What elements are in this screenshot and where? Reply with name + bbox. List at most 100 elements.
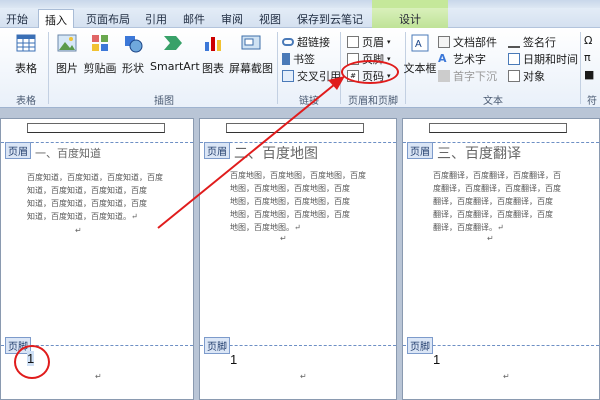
symbol-button[interactable]: π bbox=[584, 51, 591, 64]
chart-button[interactable]: 图表 bbox=[200, 32, 226, 76]
group-label-table: 表格 bbox=[16, 96, 36, 107]
signature-button[interactable]: 签名行 bbox=[508, 34, 556, 50]
page-title: 三、百度翻译 bbox=[437, 146, 521, 162]
header-tag: 页眉 bbox=[407, 142, 433, 159]
chevron-down-icon: ▾ bbox=[387, 38, 391, 46]
tab-save-cloud[interactable]: 保存到云笔记 bbox=[297, 11, 363, 27]
smartart-icon bbox=[164, 36, 182, 50]
crossref-label: 交叉引用 bbox=[297, 70, 341, 83]
paragraph-mark: ↵ bbox=[300, 372, 307, 381]
header-button[interactable]: 页眉 ▾ bbox=[347, 34, 391, 50]
group-label-text: 文本 bbox=[483, 96, 503, 107]
body-line: 知道，百度知道，百度知道。↵ bbox=[27, 212, 138, 221]
page-2[interactable]: 页眉 二、百度地图 百度地图，百度地图，百度地图，百度 地图，百度地图，百度地图… bbox=[199, 118, 397, 400]
crossref-icon bbox=[282, 70, 294, 82]
footer-tag: 页脚 bbox=[204, 337, 230, 354]
body-line: 知道，百度知道，百度知道，百度 bbox=[27, 199, 147, 208]
screenshot-button[interactable]: 屏幕截图 bbox=[228, 32, 274, 76]
wordart-button[interactable]: A 艺术字 bbox=[438, 51, 486, 67]
tab-review[interactable]: 审阅 bbox=[221, 11, 243, 27]
body-line: 地图，百度地图，百度地图，百度 bbox=[230, 197, 350, 206]
bookmark-icon bbox=[282, 53, 290, 65]
shapes-label: 形状 bbox=[122, 62, 144, 75]
header-line bbox=[226, 123, 364, 133]
page-number-highlight-circle bbox=[341, 60, 399, 84]
picture-label: 图片 bbox=[56, 62, 78, 75]
screenshot-label: 屏幕截图 bbox=[229, 62, 273, 75]
body-line: 度翻译，百度翻译，百度翻译，百度 bbox=[433, 184, 561, 193]
object-button[interactable]: 对象 bbox=[508, 68, 545, 84]
page-number[interactable]: 1 bbox=[433, 352, 440, 367]
wordart-icon: A bbox=[438, 52, 447, 65]
table-icon bbox=[16, 34, 36, 52]
equation-button[interactable]: Ω bbox=[584, 34, 592, 47]
clipart-label: 剪贴画 bbox=[83, 62, 117, 75]
tab-references[interactable]: 引用 bbox=[145, 11, 167, 27]
shapes-icon bbox=[125, 36, 143, 53]
screenshot-icon bbox=[241, 35, 261, 50]
tab-insert[interactable]: 插入 bbox=[38, 9, 74, 29]
signature-label: 签名行 bbox=[523, 36, 556, 49]
dropcap-icon bbox=[438, 70, 450, 82]
object-icon bbox=[508, 70, 520, 82]
paragraph-mark: ↵ bbox=[503, 372, 510, 381]
header-tag: 页眉 bbox=[5, 142, 31, 159]
square-icon: ■ bbox=[584, 68, 595, 81]
pi-icon: π bbox=[584, 51, 591, 64]
bookmark-button[interactable]: 书签 bbox=[282, 51, 315, 67]
body-line: 翻译，百度翻译，百度翻译，百度 bbox=[433, 210, 553, 219]
number-button[interactable]: ■ bbox=[584, 68, 594, 81]
header-line bbox=[429, 123, 567, 133]
body-line: 百度地图，百度地图，百度地图，百度 bbox=[230, 171, 366, 180]
bookmark-label: 书签 bbox=[293, 53, 315, 66]
quickparts-label: 文档部件 bbox=[453, 36, 497, 49]
table-button[interactable]: 表格 bbox=[12, 32, 40, 76]
clipart-button[interactable]: 剪贴画 bbox=[82, 32, 118, 76]
quickparts-button[interactable]: 文档部件 bbox=[438, 34, 497, 50]
group-label-header-footer: 页眉和页脚 bbox=[348, 96, 398, 107]
picture-icon bbox=[57, 34, 77, 52]
page-body: 百度翻译，百度翻译，百度翻译，百 度翻译，百度翻译，百度翻译，百度 翻译，百度翻… bbox=[433, 169, 599, 234]
body-line: 翻译，百度翻译。↵ bbox=[433, 223, 504, 232]
page-body: 百度地图，百度地图，百度地图，百度 地图，百度地图，百度地图，百度 地图，百度地… bbox=[230, 169, 394, 234]
object-label: 对象 bbox=[523, 70, 545, 83]
shapes-button[interactable]: 形状 bbox=[120, 32, 146, 76]
dropcap-button[interactable]: 首字下沉 bbox=[438, 68, 497, 84]
context-tab-header bbox=[372, 0, 448, 8]
group-separator bbox=[580, 32, 581, 104]
body-line: 翻译，百度翻译，百度翻译，百度 bbox=[433, 197, 553, 206]
picture-button[interactable]: 图片 bbox=[54, 32, 80, 76]
page-number[interactable]: 1 bbox=[230, 352, 237, 367]
textbox-button[interactable]: A 文本框 bbox=[402, 32, 438, 76]
tab-layout[interactable]: 页面布局 bbox=[86, 11, 130, 27]
ribbon: 表格 表格 图片 剪贴画 形状 SmartArt 图表 屏幕截图 插图 超链接 … bbox=[0, 28, 600, 108]
page-3[interactable]: 页眉 三、百度翻译 百度翻译，百度翻译，百度翻译，百 度翻译，百度翻译，百度翻译… bbox=[402, 118, 600, 400]
smartart-button[interactable]: SmartArt bbox=[150, 32, 200, 73]
paragraph-mark: ↵ bbox=[280, 234, 287, 243]
paragraph-mark: ↵ bbox=[75, 226, 82, 235]
body-line: 地图，百度地图，百度地图，百度 bbox=[230, 184, 350, 193]
ribbon-tabbar: 开始 插入 页面布局 引用 邮件 审阅 视图 保存到云笔记 设计 bbox=[0, 8, 600, 29]
group-label-links: 链接 bbox=[299, 96, 319, 107]
body-line: 百度知道，百度知道，百度知道，百度 bbox=[27, 173, 163, 182]
group-label-illustrations: 插图 bbox=[154, 96, 174, 107]
paragraph-mark: ↵ bbox=[95, 372, 102, 381]
body-line: 知道，百度知道，百度知道，百度 bbox=[27, 186, 147, 195]
wordart-label: 艺术字 bbox=[453, 53, 486, 66]
tab-view[interactable]: 视图 bbox=[259, 11, 281, 27]
crossref-button[interactable]: 交叉引用 bbox=[282, 68, 341, 84]
tab-design[interactable]: 设计 bbox=[372, 8, 448, 28]
omega-icon: Ω bbox=[584, 34, 593, 47]
page-title: 二、百度地图 bbox=[234, 146, 318, 162]
page-body: 百度知道，百度知道，百度知道，百度 知道，百度知道，百度知道，百度 知道，百度知… bbox=[27, 171, 187, 223]
tab-mailings[interactable]: 邮件 bbox=[183, 11, 205, 27]
group-separator bbox=[340, 32, 341, 104]
calendar-icon bbox=[508, 53, 520, 65]
hyperlink-button[interactable]: 超链接 bbox=[282, 34, 330, 50]
quickparts-icon bbox=[438, 36, 450, 48]
textbox-icon: A bbox=[411, 34, 429, 52]
datetime-button[interactable]: 日期和时间 bbox=[508, 51, 578, 67]
tab-start[interactable]: 开始 bbox=[6, 11, 28, 27]
clipart-icon bbox=[92, 35, 108, 51]
signature-icon bbox=[508, 36, 520, 48]
